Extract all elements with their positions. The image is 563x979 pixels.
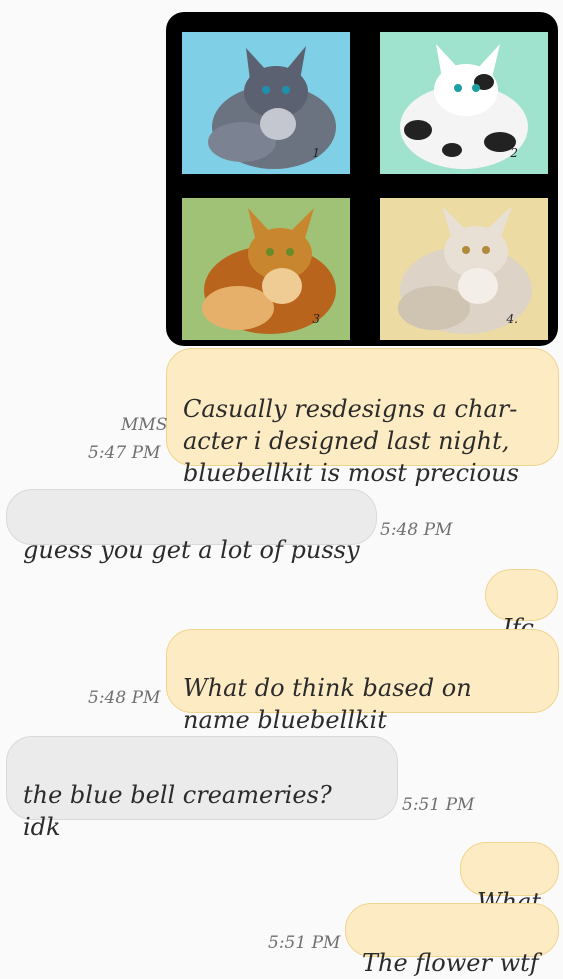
image-panel: 2 [380, 32, 548, 174]
message-text: Casually resdesigns a char- acter i desi… [183, 395, 519, 487]
message-timestamp: 5:47 PM [88, 443, 161, 463]
cat-illustration-orange [202, 208, 336, 334]
message-timestamp: 5:51 PM [402, 795, 475, 815]
message-text: guess you get a lot of pussy [23, 536, 360, 564]
message-text: The flower wtf [362, 949, 539, 977]
image-panel: 3 [182, 198, 350, 340]
message-bubble-incoming[interactable]: the blue bell creameries? idk [6, 736, 398, 841]
message-bubble-outgoing[interactable]: What do think based on name bluebellkit [166, 629, 559, 734]
cat-illustration-gray [208, 46, 336, 169]
message-text: the blue bell creameries? idk [23, 781, 332, 841]
image-panel: 1 [182, 32, 350, 174]
image-panel: 4. [380, 198, 548, 340]
message-bubble-outgoing[interactable]: What [460, 842, 559, 916]
cat-illustration-spotted [400, 44, 528, 169]
panel-number: 4. [506, 312, 518, 326]
message-timestamp: 5:48 PM [380, 520, 453, 540]
panel-number: 2 [510, 146, 518, 160]
message-timestamp: 5:51 PM [268, 933, 341, 953]
mms-image-attachment[interactable]: 1 2 3 4. [166, 12, 558, 346]
message-bubble-outgoing[interactable]: The flower wtf [345, 903, 559, 977]
message-text: What do think based on name bluebellkit [183, 674, 472, 734]
message-timestamp: 5:48 PM [88, 688, 161, 708]
panel-number: 1 [312, 146, 320, 160]
panel-number: 3 [312, 312, 320, 326]
cat-illustration-cream [398, 206, 532, 334]
message-type-label: MMS [121, 415, 168, 435]
message-bubble-outgoing[interactable]: Jfc [485, 569, 558, 642]
message-bubble-incoming[interactable]: guess you get a lot of pussy [6, 489, 377, 564]
message-bubble-outgoing[interactable]: Casually resdesigns a char- acter i desi… [166, 348, 559, 487]
